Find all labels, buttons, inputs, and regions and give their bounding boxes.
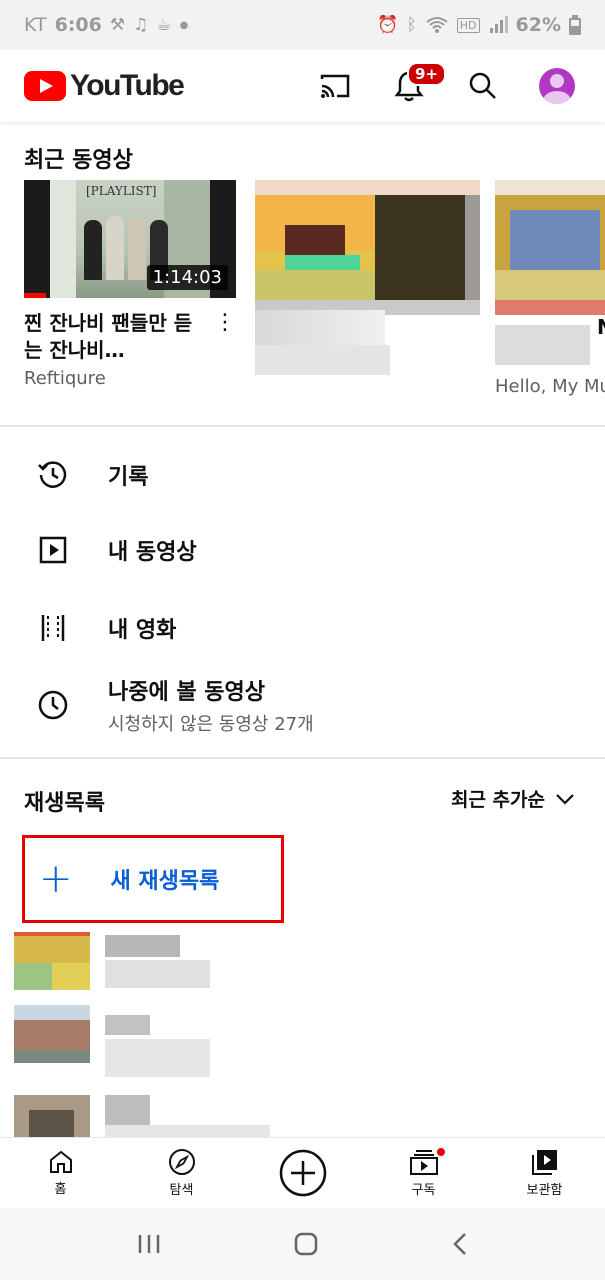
bluetooth-icon: ᛒ [406, 15, 417, 35]
recent-videos-title: 최근 동영상 [24, 148, 133, 173]
wifi-icon [426, 17, 448, 33]
playlists-title: 재생목록 [24, 791, 105, 816]
subscriptions-icon [409, 1149, 438, 1175]
account-button[interactable] [533, 62, 581, 110]
playlist-thumbnail[interactable] [14, 932, 90, 990]
logo-text: YouTube [70, 69, 185, 102]
notifications-button[interactable]: 9+ [385, 62, 447, 110]
menu-label: 기록 [108, 465, 149, 490]
nav-subscriptions[interactable]: 구독 [363, 1138, 484, 1207]
cast-icon [320, 74, 350, 98]
menu-item-history[interactable]: 기록 [0, 450, 605, 500]
signal-icon [489, 16, 508, 33]
video-title[interactable]: 찐 잔나비 팬들만 듣는 잔나비… [24, 310, 209, 364]
playlist-thumbnail[interactable] [14, 1095, 90, 1137]
back-button[interactable] [450, 1231, 470, 1257]
play-square-icon [36, 533, 70, 567]
recent-apps-button[interactable] [136, 1232, 162, 1256]
playlist-thumbnail[interactable] [14, 1005, 90, 1063]
clock-icon [36, 688, 70, 722]
home-icon [49, 1150, 72, 1173]
alarm-icon: ⏰ [377, 15, 399, 35]
menu-item-my-movies[interactable]: 내 영화 [0, 603, 605, 653]
playlist-info[interactable] [105, 935, 210, 988]
system-navigation-bar [0, 1208, 605, 1280]
menu-label: 내 영화 [108, 618, 177, 643]
carrier-label: KT [24, 14, 47, 36]
nav-label: 탐색 [169, 1182, 194, 1198]
video-card[interactable]: N Hello, My Mu [495, 180, 605, 397]
playlist-info[interactable] [105, 1015, 210, 1077]
new-playlist-button[interactable]: + 새 재생목록 [22, 835, 284, 923]
music-note-icon: ♫ [133, 15, 149, 35]
library-icon [531, 1149, 557, 1175]
app-bar: YouTube 9+ [0, 50, 605, 122]
new-content-dot [435, 1146, 447, 1158]
nav-library[interactable]: 보관함 [484, 1138, 605, 1207]
avatar [539, 68, 575, 104]
more-options-icon[interactable]: ⋮ [214, 310, 236, 335]
cast-button[interactable] [311, 62, 359, 110]
notification-badge: 9+ [407, 62, 447, 86]
video-thumbnail[interactable]: [PLAYLIST] 1:14:03 [24, 180, 236, 298]
battery-icon [569, 15, 581, 35]
clock: 6:06 [54, 14, 102, 36]
menu-label: 내 동영상 [108, 540, 197, 565]
menu-item-watch-later[interactable]: 나중에 볼 동영상 시청하지 않은 동영상 27개 [0, 675, 605, 735]
menu-item-my-videos[interactable]: 내 동영상 [0, 525, 605, 575]
video-card[interactable]: [PLAYLIST] 1:14:03 찐 잔나비 팬들만 듣는 잔나비… Ref… [24, 180, 236, 389]
search-button[interactable] [459, 62, 507, 110]
video-card[interactable] [255, 180, 480, 375]
battery-percent: 62% [515, 14, 561, 36]
create-plus-icon [279, 1149, 326, 1196]
video-channel[interactable]: Hello, My Mu [495, 376, 605, 397]
youtube-play-icon [24, 71, 66, 101]
status-bar: KT 6:06 ⚒ ♫ ☕ ● ⏰ ᛒ HD 62% [0, 0, 605, 50]
new-playlist-label: 새 재생목록 [110, 869, 220, 894]
chevron-down-icon [556, 793, 574, 805]
video-title[interactable]: N [597, 314, 605, 341]
film-strip-icon [36, 611, 70, 645]
hd-icon: HD [456, 17, 480, 33]
nav-explore[interactable]: 탐색 [121, 1138, 242, 1207]
video-channel[interactable]: Reftiqure [24, 368, 236, 389]
coffee-icon: ☕ [156, 15, 172, 35]
add-icon: + [39, 856, 73, 902]
video-thumbnail[interactable] [495, 180, 605, 315]
nav-create[interactable] [242, 1138, 363, 1207]
search-icon [469, 72, 496, 99]
section-divider [0, 425, 605, 427]
home-button[interactable] [293, 1231, 319, 1257]
wrench-icon: ⚒ [109, 15, 126, 35]
video-channel[interactable] [255, 345, 390, 375]
nav-label: 보관함 [526, 1182, 563, 1198]
bottom-navigation: 홈 탐색 구독 보관함 [0, 1137, 605, 1207]
youtube-logo[interactable]: YouTube [24, 69, 185, 103]
video-duration: 1:14:03 [146, 265, 228, 290]
section-divider [0, 757, 605, 759]
video-title-placeholder [495, 325, 590, 365]
nav-home[interactable]: 홈 [0, 1138, 121, 1207]
nav-label: 홈 [54, 1181, 67, 1197]
thumbnail-caption: [PLAYLIST] [86, 184, 157, 198]
history-icon [36, 458, 70, 492]
dot-icon: ● [179, 19, 189, 31]
menu-sublabel: 시청하지 않은 동영상 27개 [108, 714, 314, 735]
recent-videos-carousel[interactable]: [PLAYLIST] 1:14:03 찐 잔나비 팬들만 듣는 잔나비… Ref… [0, 180, 605, 410]
video-thumbnail[interactable] [255, 180, 480, 315]
playlist-info[interactable] [105, 1095, 270, 1137]
watch-progress-bar [24, 293, 46, 298]
nav-label: 구독 [411, 1182, 436, 1198]
compass-icon [168, 1148, 195, 1175]
sort-dropdown[interactable]: 최근 추가순 [451, 785, 575, 812]
sort-label: 최근 추가순 [450, 789, 545, 811]
menu-label: 나중에 볼 동영상 [108, 680, 265, 705]
